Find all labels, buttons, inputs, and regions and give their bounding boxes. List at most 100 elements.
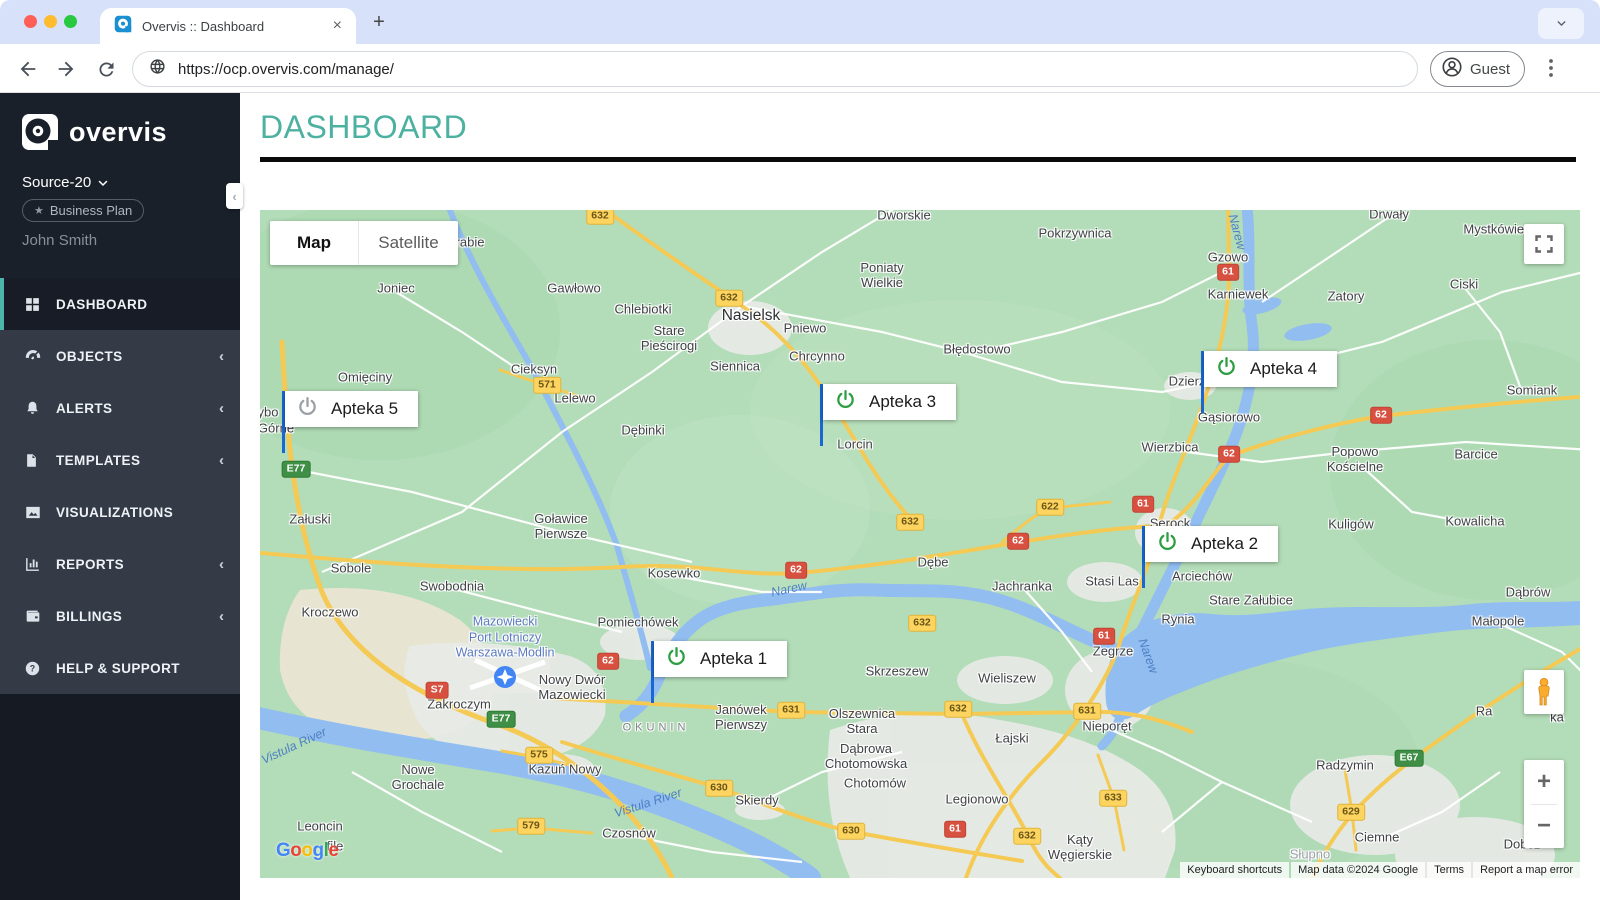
map-town-label: Barcice: [1454, 446, 1498, 462]
sidebar-item-label: VISUALIZATIONS: [56, 504, 174, 520]
power-icon: [835, 389, 856, 415]
sidebar-item-billings[interactable]: BILLINGS ‹: [0, 590, 240, 642]
reload-button[interactable]: [92, 56, 120, 82]
tab-close-button[interactable]: ×: [329, 17, 346, 35]
road-shield: E67: [1394, 749, 1424, 767]
map-town-label: Kosewko: [647, 565, 701, 581]
browser-tab[interactable]: Overvis :: Dashboard ×: [100, 8, 356, 44]
road-shield: 62: [785, 561, 807, 579]
back-button[interactable]: [14, 56, 42, 82]
plan-badge: ★ Business Plan: [22, 199, 145, 222]
sidebar-item-label: HELP & SUPPORT: [56, 660, 180, 676]
sidebar-item-alerts[interactable]: ALERTS ‹: [0, 382, 240, 434]
zoom-window-button[interactable]: [64, 15, 77, 28]
road-shield: 579: [517, 817, 545, 835]
browser-menu-button[interactable]: [1540, 54, 1562, 82]
map-town-label: Poniaty Wielkie: [860, 260, 904, 290]
zoom-in-button[interactable]: +: [1524, 760, 1564, 804]
wallet-icon: [24, 607, 42, 625]
map-town-label: Omięciny: [337, 369, 393, 385]
map-canvas[interactable]: Dworskie Drwały Mystkówiec Pokrzywnica rabie…: [260, 210, 1580, 878]
road-shield: 62: [1007, 532, 1029, 550]
map-town-label: Lelewo: [554, 390, 596, 406]
zoom-out-button[interactable]: −: [1524, 805, 1564, 849]
map-town-label: Kazuń Nowy: [528, 761, 602, 777]
map-town-label: Dworskie: [877, 210, 931, 223]
sidebar-item-visualizations[interactable]: VISUALIZATIONS: [0, 486, 240, 538]
road-shield: E77: [281, 460, 311, 478]
road-shield: 631: [1073, 702, 1101, 720]
sidebar-item-label: ALERTS: [56, 400, 113, 416]
title-divider: [260, 157, 1576, 162]
map-town-label: Cieksyn: [510, 361, 558, 377]
close-window-button[interactable]: [24, 15, 37, 28]
power-icon: [1157, 531, 1178, 557]
road-shield: 632: [944, 700, 972, 718]
map-town-label: Nowe Grochale: [391, 762, 445, 792]
fullscreen-button[interactable]: [1524, 224, 1564, 264]
map-town-label: Swobodnia: [419, 578, 485, 594]
map-town-label: Małopole: [1471, 613, 1525, 629]
map-type-map-button[interactable]: Map: [270, 221, 358, 265]
map-town-label: Jachranka: [992, 578, 1052, 594]
sidebar-item-label: TEMPLATES: [56, 452, 141, 468]
minimize-window-button[interactable]: [44, 15, 57, 28]
map-town-label: Legionowo: [945, 791, 1009, 807]
terms-link[interactable]: Terms: [1427, 862, 1472, 878]
road-shield: 632: [896, 513, 924, 531]
map-town-label: Chotomów: [843, 775, 907, 791]
map-town-label: Ciemne: [1354, 829, 1400, 845]
map-town-label: Kuligów: [1328, 516, 1374, 532]
address-bar[interactable]: https://ocp.overvis.com/manage/: [132, 51, 1418, 87]
map-town-label: Czosnów: [602, 825, 656, 841]
sidebar-item-reports[interactable]: REPORTS ‹: [0, 538, 240, 590]
map-town-label: Wieliszew: [978, 670, 1036, 686]
map-town-label: Wierzbica: [1141, 439, 1199, 455]
marker-label: Apteka 5: [331, 399, 399, 418]
google-logo[interactable]: Google: [276, 840, 339, 862]
map-town-label: Pniewo: [783, 320, 827, 336]
sidebar-item-objects[interactable]: OBJECTS ‹: [0, 330, 240, 382]
forward-button[interactable]: [52, 56, 80, 82]
image-icon: [24, 503, 42, 521]
map-type-control: Map Satellite: [270, 221, 458, 265]
tab-search-chevron-button[interactable]: [1538, 8, 1584, 39]
keyboard-shortcuts-link[interactable]: Keyboard shortcuts: [1180, 862, 1290, 878]
new-tab-button[interactable]: +: [366, 10, 392, 36]
sidebar-item-help[interactable]: ? HELP & SUPPORT: [0, 642, 240, 694]
sidebar-item-label: BILLINGS: [56, 608, 123, 624]
sidebar-item-label: OBJECTS: [56, 348, 123, 364]
road-shield: 575: [525, 746, 553, 764]
map-town-label: Dębe: [917, 554, 949, 570]
sidebar-item-dashboard[interactable]: DASHBOARD: [0, 278, 240, 330]
map-town-label: Siennica: [710, 358, 760, 374]
map-town-label: Goławice Pierwsze: [534, 511, 588, 541]
plan-label: Business Plan: [49, 203, 133, 218]
logo-text: overvis: [69, 116, 168, 147]
profile-button[interactable]: Guest: [1430, 51, 1526, 87]
map-town-label: Pokrzywnica: [1038, 225, 1112, 241]
tab-title: Overvis :: Dashboard: [142, 18, 265, 34]
road-shield: S7: [425, 681, 449, 699]
map-town-label: OKUNIN: [622, 721, 690, 734]
map-town-label: Stare Pieścirogi: [640, 323, 698, 353]
zoom-control: + −: [1524, 760, 1564, 848]
pegman-control[interactable]: [1524, 670, 1564, 714]
tab-strip: Overvis :: Dashboard × +: [0, 0, 1600, 44]
star-icon: ★: [34, 205, 44, 217]
road-shield: 632: [586, 210, 614, 225]
map-town-label: Stare Załubice: [1209, 592, 1293, 608]
sidebar-item-templates[interactable]: TEMPLATES ‹: [0, 434, 240, 486]
source-label: Source-20: [22, 174, 92, 191]
report-map-error-link[interactable]: Report a map error: [1473, 862, 1580, 878]
map-town-label: Ra: [1475, 703, 1493, 719]
map-type-satellite-button[interactable]: Satellite: [358, 221, 458, 265]
file-icon: [24, 451, 42, 469]
bell-icon: [24, 399, 42, 417]
source-selector[interactable]: Source-20: [22, 174, 109, 191]
sidebar-collapse-button[interactable]: ‹: [226, 183, 243, 209]
map-town-label: Załuski: [289, 511, 331, 527]
site-info-icon[interactable]: [149, 58, 166, 80]
road-shield: 61: [1217, 263, 1239, 281]
chart-icon: [24, 555, 42, 573]
